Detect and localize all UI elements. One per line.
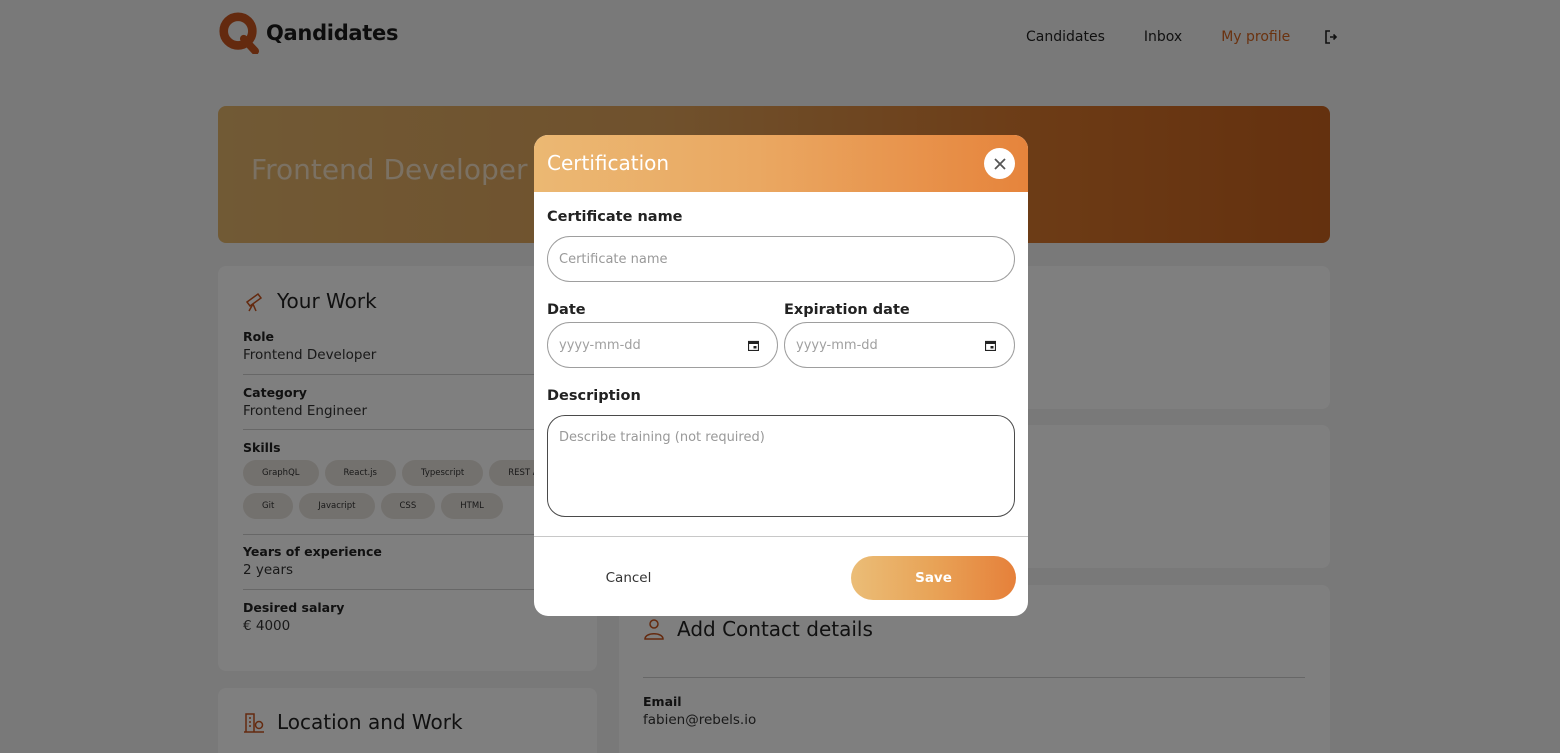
calendar-icon[interactable]: [985, 340, 996, 351]
close-button[interactable]: [984, 148, 1015, 179]
modal-header: Certification: [534, 135, 1028, 192]
cert-name-input[interactable]: [547, 236, 1015, 282]
expiration-date-placeholder: yyyy-mm-dd: [796, 337, 878, 353]
expiration-date-input[interactable]: yyyy-mm-dd: [784, 322, 1015, 368]
calendar-icon[interactable]: [748, 340, 759, 351]
description-textarea[interactable]: Describe training (not required): [547, 415, 1015, 517]
save-button[interactable]: Save: [851, 556, 1016, 600]
close-icon: [993, 157, 1006, 170]
description-label: Description: [547, 388, 641, 404]
footer-divider: [534, 536, 1028, 537]
date-input[interactable]: yyyy-mm-dd: [547, 322, 778, 368]
certification-modal: Certification Certificate name Date yyyy…: [534, 135, 1028, 616]
cancel-button[interactable]: Cancel: [586, 560, 671, 596]
modal-title: Certification: [547, 151, 670, 175]
cert-name-label: Certificate name: [547, 209, 683, 225]
description-placeholder: Describe training (not required): [559, 430, 765, 445]
date-placeholder: yyyy-mm-dd: [559, 337, 641, 353]
date-label: Date: [547, 302, 586, 318]
expiration-date-label: Expiration date: [784, 302, 910, 318]
